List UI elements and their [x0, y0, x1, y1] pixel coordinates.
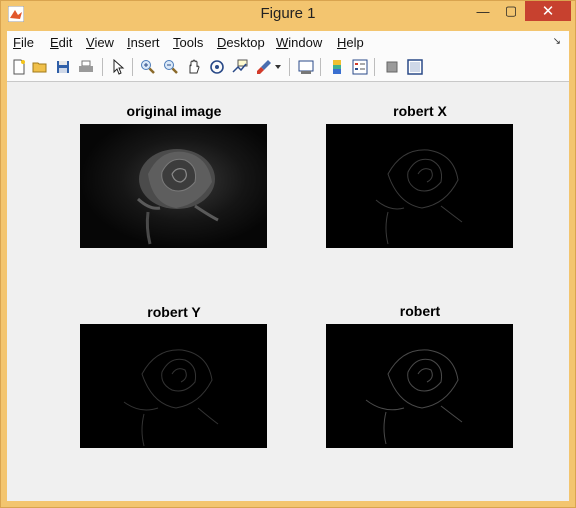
pan-icon[interactable] — [184, 57, 204, 77]
image-original[interactable] — [80, 124, 267, 248]
toolbar-separator — [320, 58, 321, 76]
link-plot-icon[interactable] — [296, 57, 316, 77]
menu-tools-label: ools — [179, 35, 204, 50]
image-robert-y[interactable] — [80, 324, 267, 448]
zoom-in-icon[interactable] — [138, 57, 158, 77]
figure-toolbar — [7, 53, 569, 82]
legend-icon[interactable] — [350, 57, 370, 77]
menu-insert[interactable]: Insert — [127, 35, 160, 50]
hide-plot-tools-icon[interactable] — [382, 57, 402, 77]
image-robert-x[interactable] — [326, 124, 513, 248]
print-icon[interactable] — [76, 57, 96, 77]
dock-arrow-icon[interactable]: ↘ — [553, 36, 561, 47]
menu-view[interactable]: View — [86, 35, 114, 50]
menu-edit-mnemonic: E — [50, 35, 59, 50]
figure-canvas[interactable]: original image robert X robert Y robert — [7, 82, 569, 501]
axes-title-robert-x: robert X — [393, 103, 447, 119]
brush-icon[interactable] — [254, 57, 274, 77]
brush-dropdown-icon[interactable] — [273, 57, 283, 77]
menu-window[interactable]: Window — [276, 35, 322, 50]
menu-edit-label: dit — [58, 35, 73, 50]
menu-file-label: ile — [20, 35, 34, 50]
toolbar-separator — [289, 58, 290, 76]
menu-desktop-label: esktop — [226, 35, 265, 50]
menu-desktop-mnemonic: D — [217, 35, 227, 50]
menu-bar: File Edit View Insert Tools Desktop Wind… — [7, 31, 569, 53]
minimize-icon: — — [476, 3, 490, 19]
minimize-button[interactable]: — — [469, 1, 497, 21]
menu-help-label: elp — [346, 35, 364, 50]
close-button[interactable]: ✕ — [525, 1, 571, 21]
axes-title-original: original image — [126, 103, 222, 119]
menu-desktop[interactable]: Desktop — [217, 35, 265, 50]
title-bar[interactable]: Figure 1 — ▢ ✕ — [1, 1, 575, 27]
toolbar-separator — [374, 58, 375, 76]
show-plot-tools-icon[interactable] — [405, 57, 425, 77]
maximize-icon: ▢ — [504, 3, 518, 18]
menu-tools[interactable]: Tools — [173, 35, 203, 50]
figure-window: Figure 1 — ▢ ✕ File Edit View Insert Too… — [0, 0, 576, 508]
toolbar-separator — [132, 58, 133, 76]
pointer-icon[interactable] — [108, 57, 128, 77]
save-icon[interactable] — [53, 57, 73, 77]
menu-help[interactable]: Help — [337, 35, 364, 50]
image-robert[interactable] — [326, 324, 513, 448]
menu-file[interactable]: File — [13, 35, 34, 50]
menu-window-mnemonic: W — [276, 35, 289, 50]
axes-title-robert: robert — [399, 303, 441, 319]
rotate-3d-icon[interactable] — [207, 57, 227, 77]
axes-title-robert-y: robert Y — [147, 304, 201, 320]
maximize-button[interactable]: ▢ — [497, 1, 525, 21]
menu-help-mnemonic: H — [337, 35, 347, 50]
menu-window-label: indow — [288, 35, 323, 50]
colorbar-icon[interactable] — [327, 57, 347, 77]
menu-insert-label: nsert — [130, 35, 160, 50]
toolbar-separator — [102, 58, 103, 76]
zoom-out-icon[interactable] — [161, 57, 181, 77]
new-figure-icon[interactable] — [9, 57, 29, 77]
menu-file-mnemonic: F — [13, 35, 21, 50]
open-file-icon[interactable] — [30, 57, 50, 77]
data-cursor-icon[interactable] — [230, 57, 250, 77]
menu-edit[interactable]: Edit — [50, 35, 72, 50]
close-icon: ✕ — [541, 3, 555, 20]
menu-view-label: iew — [94, 35, 114, 50]
